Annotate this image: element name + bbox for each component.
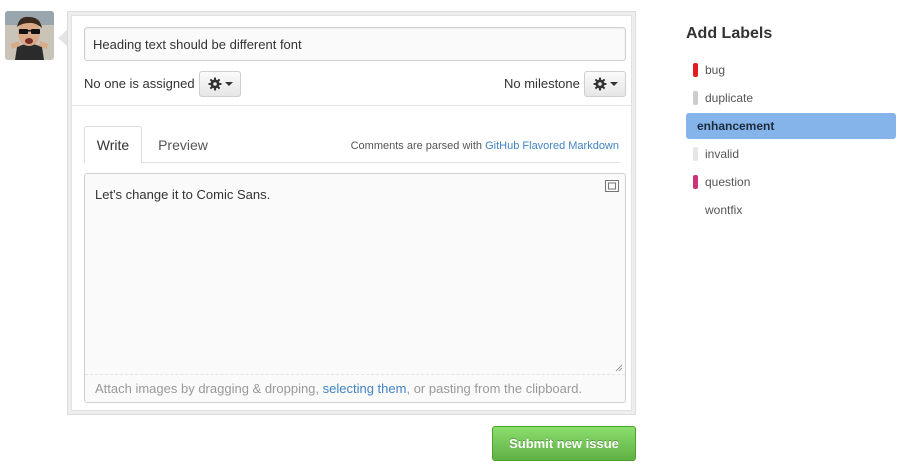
assignee-status: No one is assigned (84, 76, 195, 91)
milestone-status: No milestone (504, 76, 580, 91)
milestone-menu-button[interactable] (584, 71, 626, 97)
label-name: duplicate (705, 91, 754, 105)
markdown-note: Comments are parsed with GitHub Flavored… (351, 140, 619, 152)
new-issue-form: No one is assigned No milestone (67, 11, 636, 415)
avatar[interactable] (5, 11, 54, 60)
label-color-swatch (693, 203, 698, 217)
label-color-swatch (693, 91, 698, 105)
gear-icon (593, 77, 606, 91)
label-color-swatch (693, 175, 698, 189)
divider (72, 105, 631, 106)
label-color-swatch (693, 147, 698, 161)
label-name: question (705, 175, 751, 189)
tab-underline (84, 162, 619, 163)
label-name: invalid (705, 147, 740, 161)
comment-arrow (58, 30, 67, 46)
comment-body-text[interactable]: Let's change it to Comic Sans. (95, 187, 270, 202)
submit-issue-button[interactable]: Submit new issue (492, 426, 636, 461)
new-issue-form-inner: No one is assigned No milestone (71, 15, 632, 411)
gear-icon (208, 77, 221, 91)
select-files-link[interactable]: selecting them (323, 381, 407, 396)
tab-write[interactable]: Write (84, 126, 142, 163)
label-name: enhancement (697, 119, 775, 133)
chevron-down-icon (224, 82, 233, 86)
label-enhancement[interactable]: enhancement (686, 113, 896, 139)
issue-title-input[interactable] (84, 27, 626, 61)
fullscreen-icon[interactable] (605, 180, 619, 192)
comment-body-editor[interactable]: Let's change it to Comic Sans. Attach im… (84, 173, 626, 403)
label-wontfix[interactable]: wontfix (686, 197, 896, 223)
attach-hint-after: , or pasting from the clipboard. (406, 381, 583, 396)
labels-heading: Add Labels (686, 25, 773, 42)
attach-images-hint: Attach images by dragging & dropping, se… (85, 374, 625, 402)
label-color-swatch (693, 63, 698, 77)
resize-grip-icon[interactable] (615, 364, 623, 372)
tab-preview[interactable]: Preview (148, 126, 218, 163)
labels-list: bug duplicate enhancement invalid questi… (686, 57, 896, 225)
markdown-help-link[interactable]: GitHub Flavored Markdown (485, 140, 619, 152)
assignee-menu-button[interactable] (199, 71, 241, 97)
attach-hint-before: Attach images by dragging & dropping, (95, 381, 323, 396)
label-name: wontfix (705, 203, 743, 217)
label-duplicate[interactable]: duplicate (686, 85, 896, 111)
label-name: bug (705, 63, 726, 77)
chevron-down-icon (609, 82, 618, 86)
markdown-note-text: Comments are parsed with (350, 140, 483, 152)
label-invalid[interactable]: invalid (686, 141, 896, 167)
label-question[interactable]: question (686, 169, 896, 195)
label-bug[interactable]: bug (686, 57, 896, 83)
